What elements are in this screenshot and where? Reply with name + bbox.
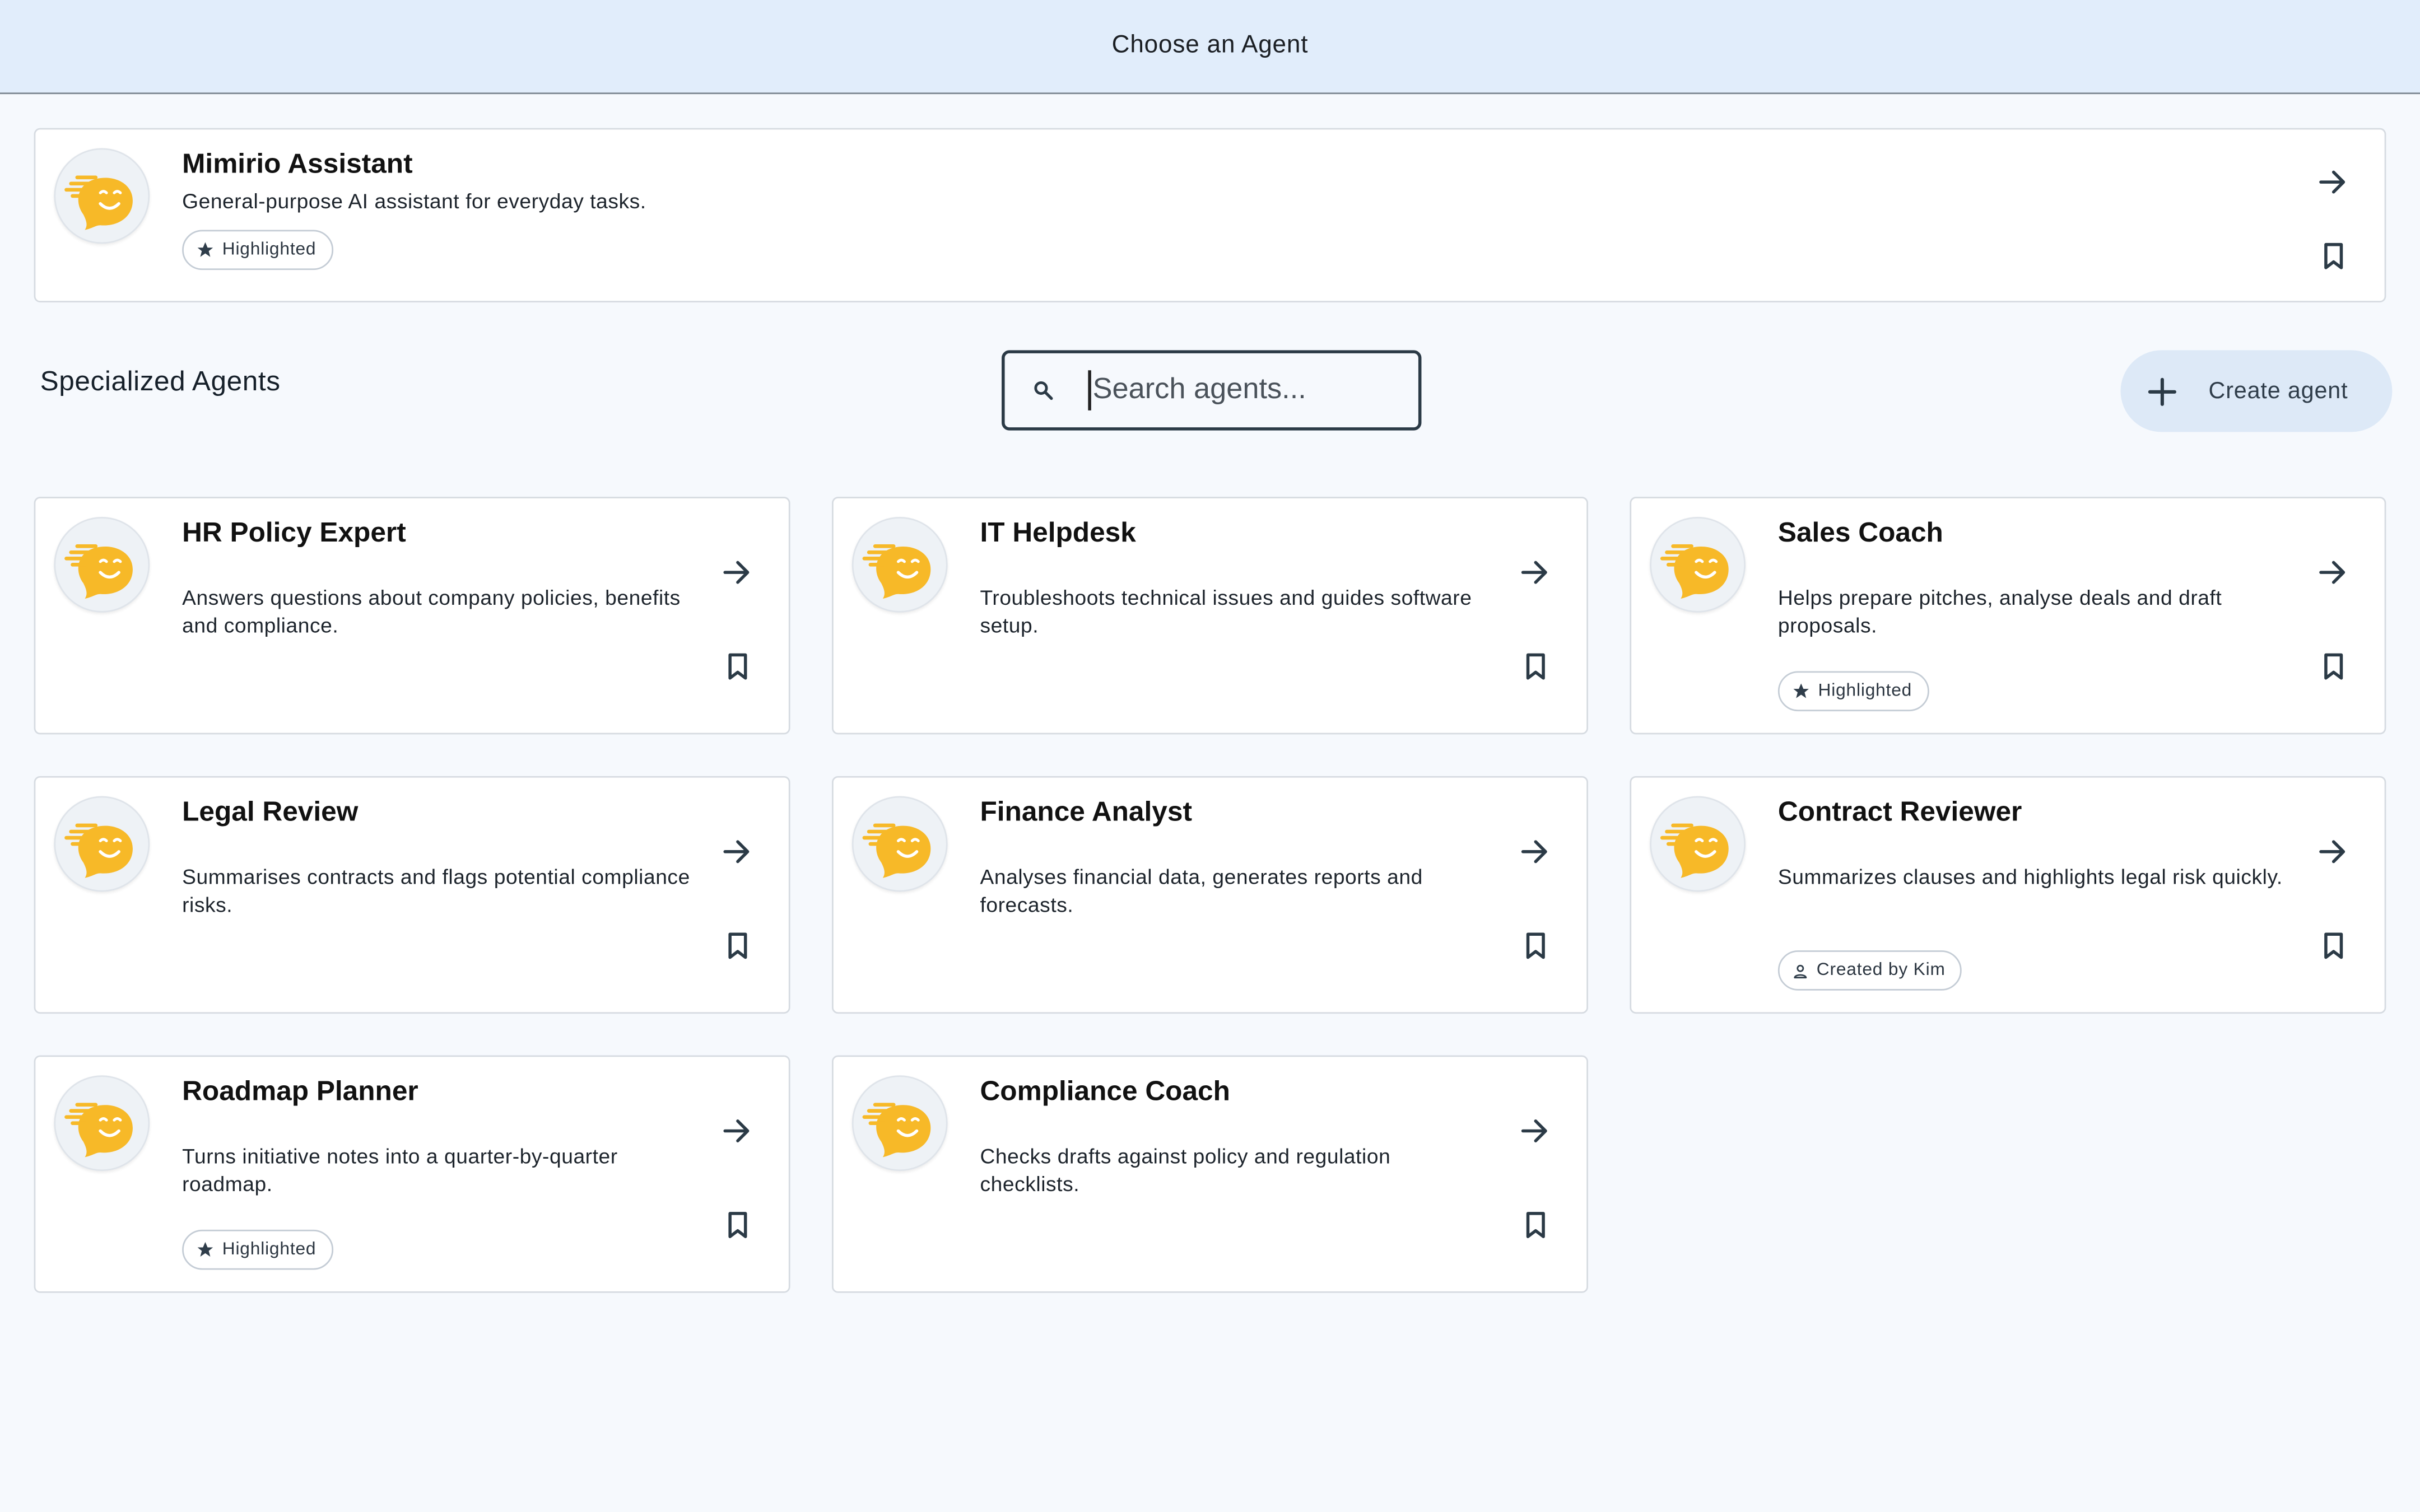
agent-name: Roadmap Planner	[182, 1075, 418, 1107]
arrow-right-icon	[1521, 840, 1547, 864]
bookmark-button[interactable]	[2315, 927, 2352, 964]
agent-description: Turns initiative notes into a quarter-by…	[182, 1145, 618, 1195]
agent-card[interactable]: Compliance Coach Checks drafts against po…	[831, 1055, 1588, 1293]
agent-name: Legal Review	[182, 796, 359, 827]
create-agent-button[interactable]: Create agent	[2120, 350, 2393, 432]
agent-description: Checks drafts against policy and regulat…	[980, 1145, 1391, 1195]
agent-card[interactable]: Legal Review Summarises contracts and fla…	[34, 776, 790, 1014]
agent-name: Sales Coach	[1777, 516, 1943, 548]
bookmark-icon	[1526, 1212, 1545, 1238]
search-input[interactable]	[1088, 370, 1397, 410]
agent-name: Contract Reviewer	[1777, 796, 2022, 827]
agent-description: Summarises contracts and flags potential…	[182, 865, 690, 916]
mascot-avatar-icon	[54, 796, 150, 892]
arrow-right-icon	[1521, 1119, 1547, 1142]
arrow-right-icon	[2319, 561, 2345, 584]
open-agent-button[interactable]	[2312, 161, 2355, 204]
bookmark-icon	[2324, 653, 2343, 680]
arrow-right-icon	[2319, 170, 2345, 194]
page-title: Choose an Agent	[1111, 32, 1309, 59]
arrow-right-icon	[723, 561, 750, 584]
open-agent-button[interactable]	[1514, 830, 1557, 873]
agent-description: Helps prepare pitches, analyse deals and…	[1777, 586, 2222, 637]
open-agent-button[interactable]	[2312, 551, 2355, 594]
agent-description: Troubleshoots technical issues and guide…	[980, 586, 1472, 637]
mascot-avatar-icon	[1650, 516, 1746, 613]
agent-card[interactable]: HR Policy Expert Answers questions about …	[34, 497, 790, 735]
agent-name: Mimirio Assistant	[182, 148, 413, 179]
bookmark-icon	[2324, 932, 2343, 959]
agent-card[interactable]: Contract Reviewer Summarizes clauses and …	[1630, 776, 2386, 1014]
badge-label: Highlighted	[222, 240, 317, 259]
bookmark-button[interactable]	[2315, 237, 2352, 274]
agent-description: Answers questions about company policies…	[182, 586, 681, 637]
agent-name: IT Helpdesk	[980, 516, 1136, 548]
agent-card[interactable]: IT Helpdesk Troubleshoots technical issue…	[831, 497, 1588, 735]
bookmark-button[interactable]	[2315, 648, 2352, 685]
highlighted-badge: Highlighted	[1777, 671, 1929, 712]
highlighted-badge: Highlighted	[182, 1229, 333, 1270]
bookmark-button[interactable]	[719, 927, 756, 964]
star-icon	[197, 1242, 213, 1257]
agent-name: Finance Analyst	[980, 796, 1192, 827]
mascot-avatar-icon	[54, 516, 150, 613]
bookmark-button[interactable]	[1517, 1206, 1554, 1243]
bookmark-button[interactable]	[1517, 648, 1554, 685]
agent-description: General-purpose AI assistant for everyda…	[182, 189, 646, 213]
mascot-avatar-icon	[851, 796, 948, 892]
agent-name: Compliance Coach	[980, 1075, 1230, 1107]
star-icon	[1793, 683, 1809, 698]
open-agent-button[interactable]	[716, 1109, 759, 1152]
arrow-right-icon	[723, 1119, 750, 1142]
arrow-right-icon	[2319, 840, 2345, 864]
bookmark-icon	[728, 932, 747, 959]
bookmark-button[interactable]	[719, 1206, 756, 1243]
badge-label: Highlighted	[1818, 682, 1912, 701]
agent-card[interactable]: Roadmap Planner Turns initiative notes in…	[34, 1055, 790, 1293]
agent-name: HR Policy Expert	[182, 516, 406, 548]
agent-description: Analyses financial data, generates repor…	[980, 865, 1423, 916]
section-title: Specialized Agents	[40, 365, 281, 397]
highlighted-badge: Highlighted	[182, 230, 333, 270]
search-field[interactable]	[1002, 350, 1422, 431]
mascot-avatar-icon	[851, 1075, 948, 1172]
bookmark-icon	[728, 1212, 747, 1238]
open-agent-button[interactable]	[1514, 551, 1557, 594]
featured-agent-card[interactable]: Mimirio Assistant General-purpose AI ass…	[34, 128, 2386, 302]
create-agent-label: Create agent	[2208, 377, 2348, 404]
mascot-avatar-icon	[54, 148, 150, 244]
top-bar: Choose an Agent	[0, 0, 2420, 95]
open-agent-button[interactable]	[716, 830, 759, 873]
agent-chooser-app: Choose an Agent Mimirio Assistant Genera…	[0, 0, 2420, 1512]
open-agent-button[interactable]	[1514, 1109, 1557, 1152]
bookmark-icon	[2324, 242, 2343, 269]
star-icon	[197, 242, 213, 257]
mascot-avatar-icon	[1650, 796, 1746, 892]
open-agent-button[interactable]	[716, 551, 759, 594]
bookmark-button[interactable]	[719, 648, 756, 685]
bookmark-icon	[1526, 932, 1545, 959]
mascot-avatar-icon	[851, 516, 948, 613]
bookmark-button[interactable]	[1517, 927, 1554, 964]
mascot-avatar-icon	[54, 1075, 150, 1172]
agent-card[interactable]: Finance Analyst Analyses financial data, …	[831, 776, 1588, 1014]
arrow-right-icon	[723, 840, 750, 864]
creator-badge: Created by Kim	[1777, 950, 1963, 991]
badge-label: Highlighted	[222, 1240, 317, 1259]
badge-label: Created by Kim	[1816, 961, 1946, 980]
agent-card[interactable]: Sales Coach Helps prepare pitches, analys…	[1630, 497, 2386, 735]
plus-icon	[2146, 374, 2180, 408]
bookmark-icon	[728, 653, 747, 680]
arrow-right-icon	[1521, 561, 1547, 584]
agent-description: Summarizes clauses and highlights legal …	[1777, 865, 2283, 889]
open-agent-button[interactable]	[2312, 830, 2355, 873]
bookmark-icon	[1526, 653, 1545, 680]
search-icon	[1032, 378, 1057, 403]
person-icon	[1794, 964, 1807, 978]
